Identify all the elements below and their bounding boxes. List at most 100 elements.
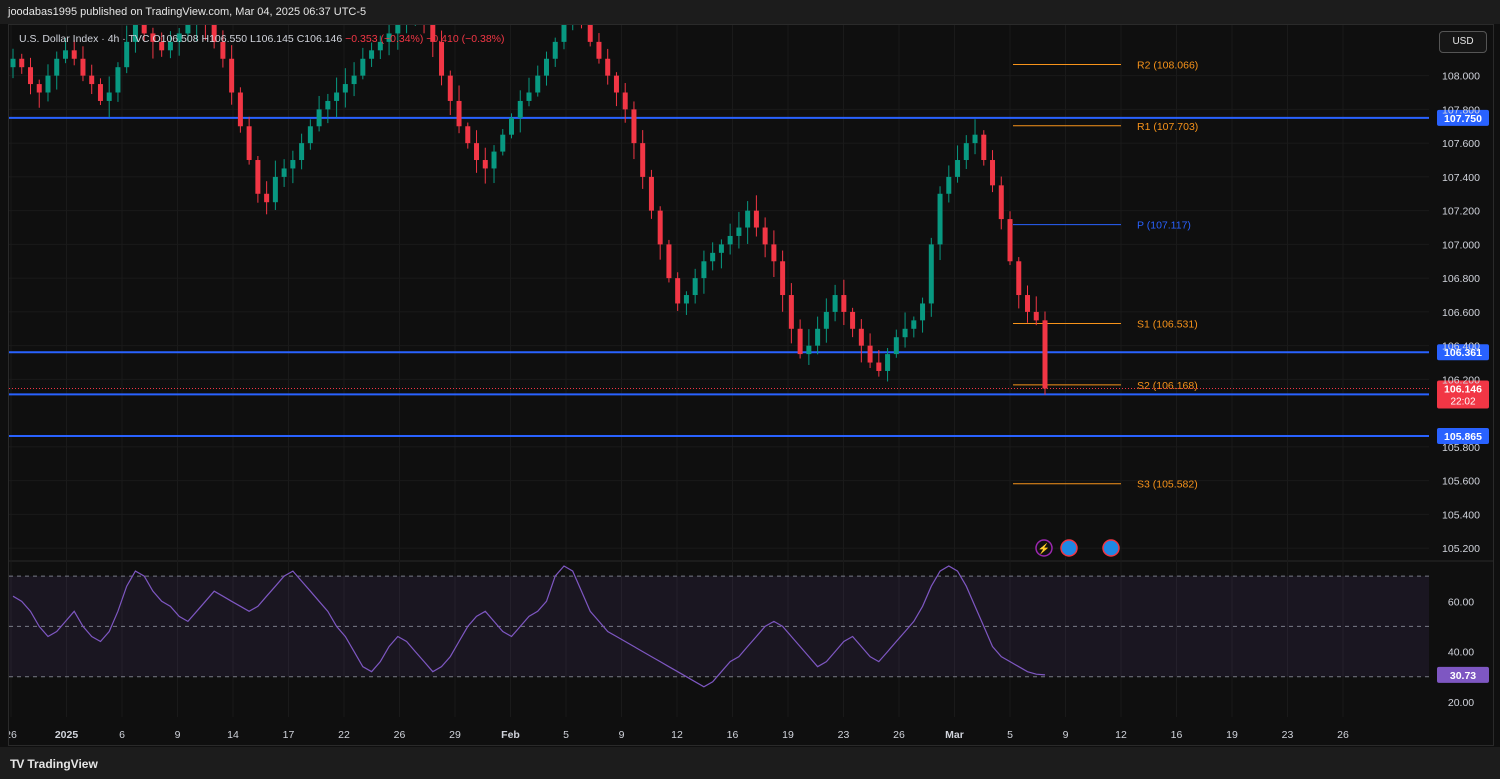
candle-body: [858, 328, 864, 346]
price-tick-label: 106.400: [1442, 341, 1480, 353]
candle-body: [80, 58, 86, 76]
price-tick-label: 106.200: [1442, 374, 1480, 386]
candle-body: [45, 75, 51, 93]
candle-body: [718, 244, 724, 253]
candle-body: [264, 193, 270, 203]
candle-body: [1016, 261, 1022, 296]
candle-body: [281, 168, 287, 177]
candle-body: [62, 50, 68, 59]
candle-body: [762, 227, 768, 245]
candle-body: [10, 58, 16, 68]
candle-body: [753, 210, 759, 228]
candle-body: [351, 75, 357, 85]
candle-body: [491, 151, 497, 169]
svg-text:⚡: ⚡: [1038, 542, 1050, 555]
currency-button[interactable]: USD: [1439, 31, 1487, 53]
rsi-band-fill: [9, 576, 1429, 677]
candle-body: [237, 92, 243, 127]
candle-body: [780, 261, 786, 296]
candle-body: [946, 176, 952, 194]
candle-body: [342, 84, 348, 93]
price-axis: 108.000 107.800 107.600 107.400 107.200 107.0…: [1442, 71, 1480, 556]
time-tick-label: 6: [119, 729, 125, 741]
time-tick-label: 12: [671, 729, 683, 741]
candle-body: [683, 295, 689, 304]
price-tick-label: 107.000: [1442, 239, 1480, 251]
candle-body: [963, 143, 969, 161]
us-flag-event-icon[interactable]: [1060, 539, 1078, 557]
pivot-label: P (107.117): [1137, 220, 1191, 232]
candle-body: [106, 92, 112, 101]
publish-bar: joodabas1995 published on TradingView.co…: [0, 0, 1500, 24]
candle-body: [876, 362, 882, 371]
candle-body: [928, 244, 934, 304]
price-tick-label: 106.800: [1442, 273, 1480, 285]
price-tick-label: 105.400: [1442, 509, 1480, 521]
candle-body: [36, 84, 42, 93]
time-tick-label: 26: [1337, 729, 1349, 741]
countdown-label: 22:02: [1450, 397, 1475, 408]
pivot-label: R1 (107.703): [1137, 121, 1198, 133]
time-tick-label: Mar: [945, 729, 964, 741]
candle-body: [552, 41, 558, 59]
pivot-label: S1 (106.531): [1137, 319, 1198, 331]
price-tick-label: 107.800: [1442, 104, 1480, 116]
candle-body: [998, 185, 1004, 220]
candle-body: [482, 160, 488, 169]
candle-body: [115, 67, 121, 93]
candle-body: [439, 41, 445, 76]
pivot-label: R2 (108.066): [1137, 59, 1198, 71]
time-tick-label: 26: [9, 729, 17, 741]
candle-body: [841, 295, 847, 312]
us-flag-event-icon[interactable]: [1102, 539, 1120, 557]
price-tick-label: 107.200: [1442, 206, 1480, 218]
candle-body: [360, 58, 366, 76]
time-tick-label: 26: [394, 729, 406, 741]
time-tick-label: Feb: [501, 729, 520, 741]
candle-body: [613, 75, 619, 93]
legend-low: L106.145: [249, 33, 294, 45]
candle-body: [893, 337, 899, 355]
candle-body: [272, 176, 278, 203]
legend-change: −0.353 (−0.34%) −0.410 (−0.38%): [345, 33, 505, 45]
rsi-value-label: 30.73: [1450, 670, 1476, 682]
time-tick-label: 9: [1063, 729, 1069, 741]
legend-symbol[interactable]: U.S. Dollar Index · 4h · TVC: [19, 33, 150, 45]
candle-body: [911, 320, 917, 329]
candle-body: [465, 126, 471, 144]
time-tick-label: 19: [782, 729, 794, 741]
legend-close: C106.146: [296, 33, 343, 45]
time-tick-label: 16: [1171, 729, 1183, 741]
candle-body: [727, 235, 733, 245]
candle-body: [587, 25, 593, 42]
candle-body: [456, 100, 462, 127]
time-tick-label: 23: [1282, 729, 1294, 741]
candle-body: [701, 261, 707, 279]
candle-body: [596, 41, 602, 59]
candle-body: [229, 58, 235, 93]
pivot-label: S3 (105.582): [1137, 479, 1198, 491]
tradingview-logo[interactable]: TV TradingView: [10, 757, 98, 771]
logo-text: TradingView: [27, 757, 98, 771]
time-tick-label: 17: [283, 729, 295, 741]
candle-body: [622, 92, 628, 110]
chart-svg[interactable]: 60.0040.0020.00 107.750106.361106.111105…: [9, 25, 1494, 746]
rsi-tick-label: 20.00: [1448, 697, 1474, 709]
time-tick-label: 2025: [55, 729, 79, 741]
candle-body: [325, 100, 331, 110]
candle-body: [543, 58, 549, 76]
price-tick-label: 105.600: [1442, 476, 1480, 488]
candle-body: [745, 210, 751, 228]
rsi-tick-label: 60.00: [1448, 596, 1474, 608]
price-tick-label: 108.000: [1442, 71, 1480, 83]
candle-body: [255, 160, 261, 194]
time-tick-label: 14: [227, 729, 239, 741]
chart-area[interactable]: 60.0040.0020.00 107.750106.361106.111105…: [8, 24, 1494, 746]
candle-body: [823, 311, 829, 329]
candle-body: [307, 126, 313, 144]
candle-body: [806, 345, 812, 355]
candle-body: [369, 50, 375, 59]
candle-body: [246, 126, 252, 161]
candle-body: [334, 92, 340, 101]
time-tick-label: 19: [1226, 729, 1238, 741]
